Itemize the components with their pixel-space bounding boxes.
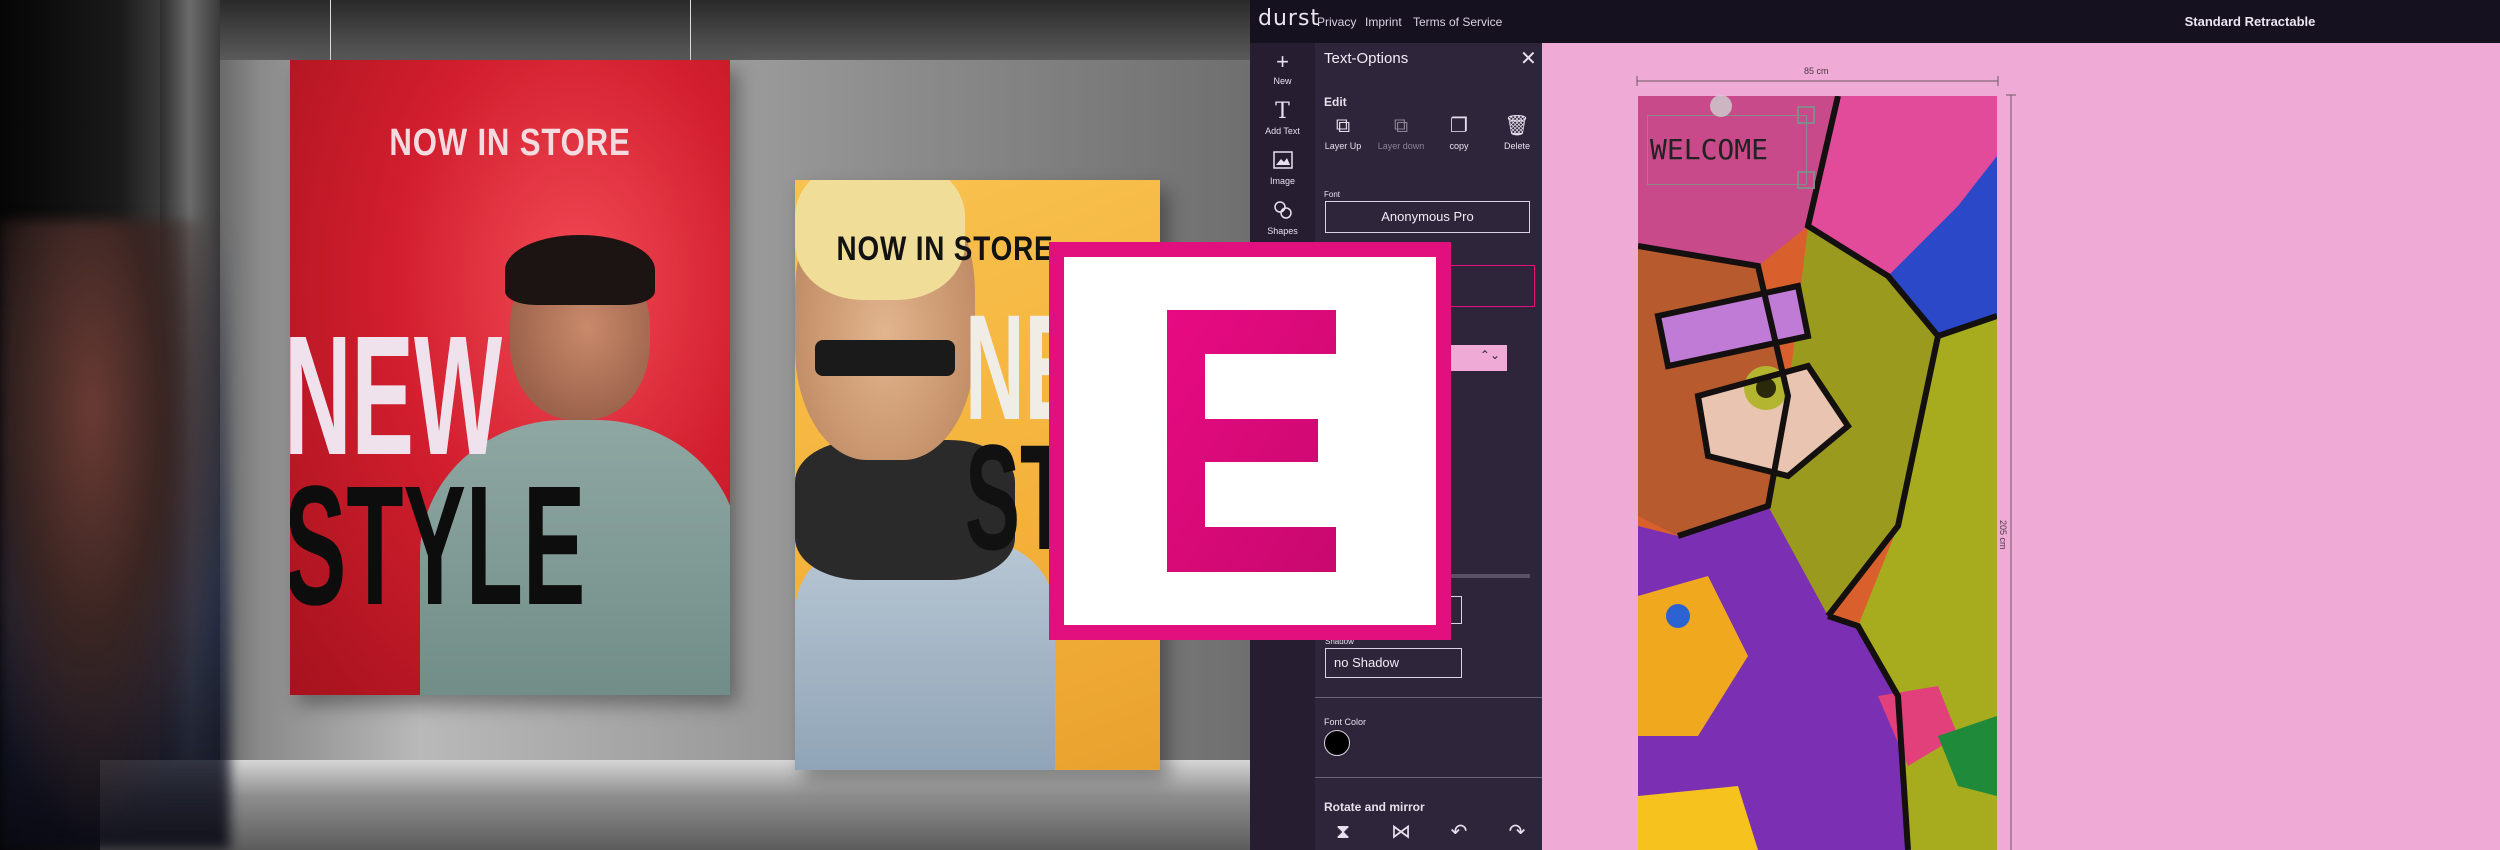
stepper-arrows-icon: ⌃⌄ <box>1479 348 1500 362</box>
welcome-text-element[interactable]: WELCOME <box>1650 133 1768 166</box>
abstract-face-artwork <box>1638 96 1997 850</box>
poster-headline: STYLE <box>290 451 586 641</box>
add-text-button[interactable]: T Add Text <box>1250 99 1315 137</box>
edit-section-label: Edit <box>1324 95 1347 109</box>
rotate-left-button[interactable]: ↶ <box>1434 821 1484 843</box>
privacy-link[interactable]: Privacy <box>1317 15 1356 29</box>
artwork-banner[interactable] <box>1638 96 1997 850</box>
rotate-right-button[interactable]: ↷ <box>1492 821 1542 843</box>
model-figure <box>815 340 955 376</box>
poster-kicker: NOW IN STORE <box>836 230 1054 268</box>
width-label: 85 cm <box>1804 66 1829 76</box>
e-logo-badge <box>1049 242 1451 640</box>
close-icon[interactable]: ✕ <box>1520 46 1537 71</box>
rotate-right-icon: ↷ <box>1508 821 1526 843</box>
font-color-label: Font Color <box>1324 717 1367 727</box>
height-dimension-line <box>2006 94 2016 850</box>
tool-label: New <box>1273 76 1292 86</box>
brand-logo[interactable]: durst <box>1258 6 1320 31</box>
poster-wire <box>330 0 331 60</box>
window-frame <box>210 0 1250 60</box>
plus-icon: + <box>1276 49 1289 74</box>
flip-vertical-button[interactable]: ⧗ <box>1318 821 1368 843</box>
panel-title: Text-Options <box>1324 50 1409 67</box>
button-label: Delete <box>1503 141 1530 151</box>
text-icon: T <box>1275 99 1290 124</box>
button-label: Layer down <box>1377 141 1425 151</box>
delete-button[interactable]: 🗑 Delete <box>1492 115 1542 151</box>
resize-handle[interactable] <box>1797 171 1815 189</box>
layer-up-icon: ⧉ <box>1335 115 1351 137</box>
product-title: Standard Retractable <box>2184 14 2316 29</box>
e-letter-mark <box>1167 310 1336 572</box>
image-icon <box>1250 151 1315 173</box>
rotate-section-label: Rotate and mirror <box>1324 800 1425 814</box>
tool-label: Add Text <box>1265 126 1300 136</box>
height-label: 205 cm <box>1998 520 2008 550</box>
blurred-passerby <box>0 220 230 850</box>
flip-horizontal-button[interactable]: ⋈ <box>1376 821 1426 843</box>
copy-button[interactable]: ❐ copy <box>1434 115 1484 151</box>
shadow-select[interactable]: no Shadow <box>1325 648 1462 678</box>
section-divider <box>1315 697 1542 698</box>
copy-icon: ❐ <box>1450 115 1468 137</box>
model-figure <box>505 235 655 305</box>
shapes-icon <box>1250 201 1315 223</box>
button-label: Layer Up <box>1324 141 1362 151</box>
shapes-button[interactable]: Shapes <box>1250 201 1315 236</box>
tool-label: Shapes <box>1267 226 1298 236</box>
tool-label: Image <box>1269 176 1295 186</box>
width-dimension-line <box>1636 76 1999 86</box>
poster-new-style: NOW IN STORE NEW STYLE <box>290 60 730 695</box>
trash-icon: 🗑 <box>1504 115 1530 137</box>
poster-wire <box>690 0 691 60</box>
poster-kicker: NOW IN STORE <box>389 122 631 164</box>
rotate-handle[interactable] <box>1710 95 1732 117</box>
rotate-left-icon: ↶ <box>1450 821 1468 843</box>
window-sill <box>100 760 1250 850</box>
imprint-link[interactable]: Imprint <box>1365 15 1402 29</box>
layer-up-button[interactable]: ⧉ Layer Up <box>1318 115 1368 151</box>
resize-handle[interactable] <box>1797 106 1815 124</box>
image-button[interactable]: Image <box>1250 151 1315 186</box>
layer-down-button[interactable]: ⧉ Layer down <box>1376 115 1426 151</box>
font-color-swatch[interactable] <box>1324 730 1350 756</box>
button-label: copy <box>1449 141 1469 151</box>
font-label: Font <box>1324 190 1341 199</box>
font-select[interactable]: Anonymous Pro <box>1325 201 1530 233</box>
new-button[interactable]: + New <box>1250 49 1315 87</box>
layer-down-icon: ⧉ <box>1393 115 1409 137</box>
terms-link[interactable]: Terms of Service <box>1413 15 1502 29</box>
flip-horizontal-icon: ⋈ <box>1391 821 1411 843</box>
section-divider <box>1315 777 1542 778</box>
flip-vertical-icon: ⧗ <box>1335 821 1351 843</box>
